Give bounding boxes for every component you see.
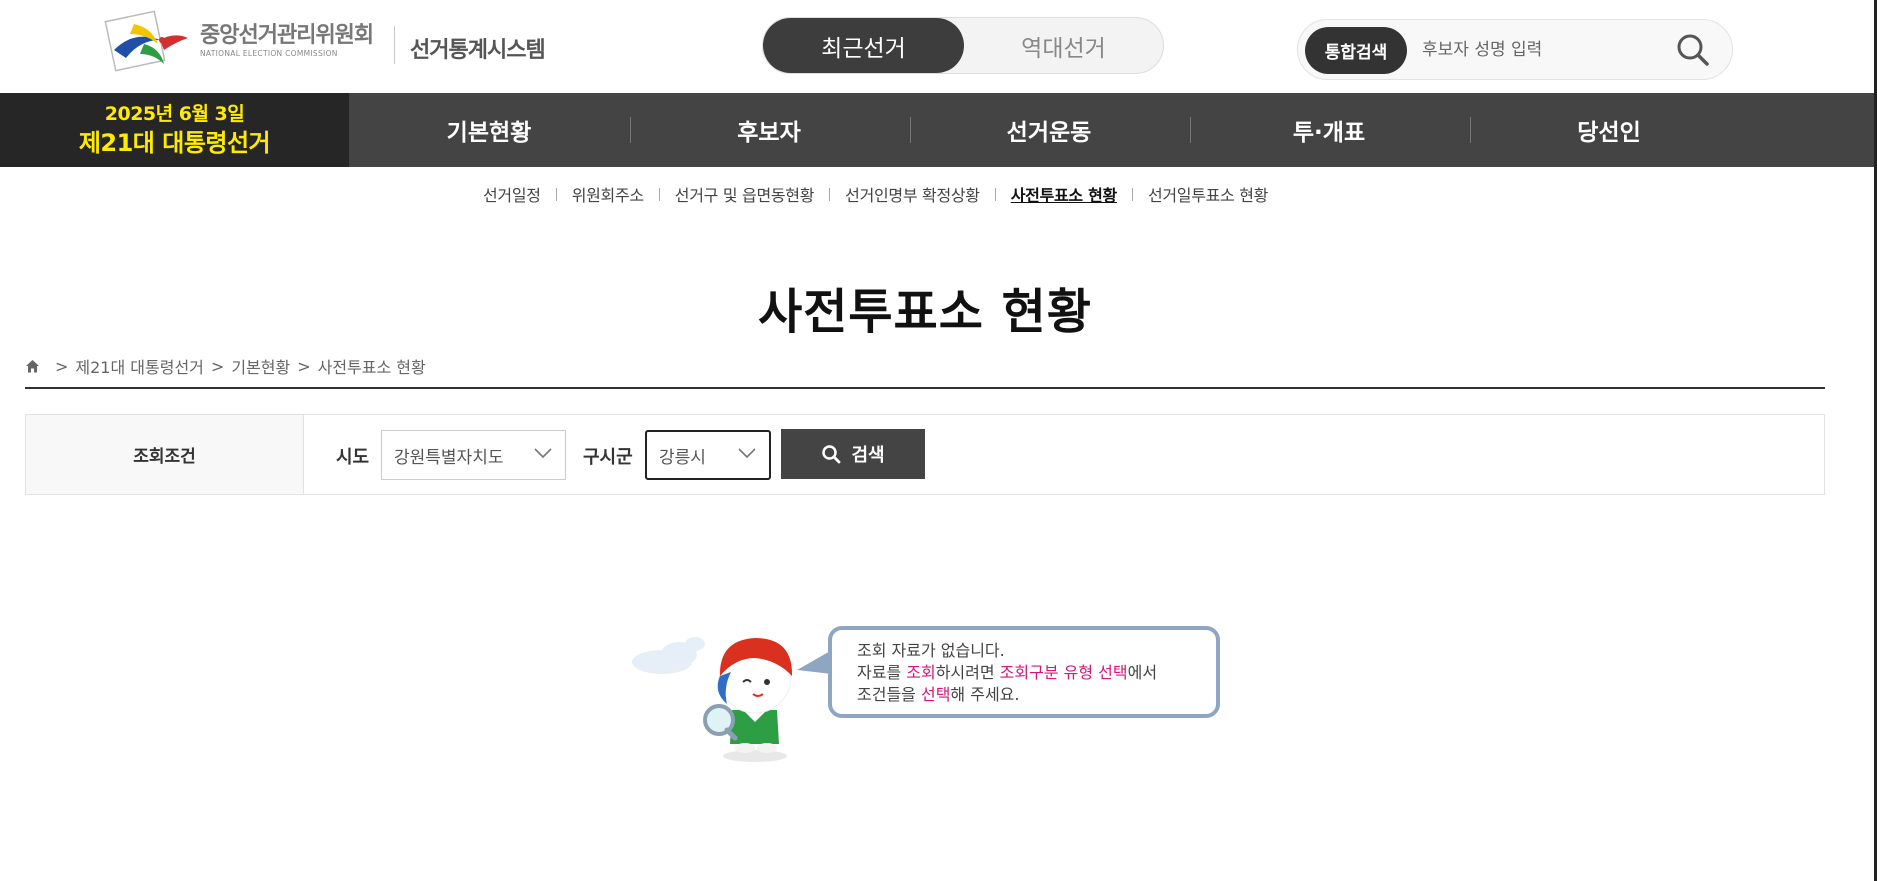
recent-elections-tab[interactable]: 최근선거 bbox=[763, 18, 964, 73]
main-nav: 2025년 6월 3일 제21대 대통령선거 기본현황 후보자 선거운동 투·개… bbox=[0, 93, 1874, 167]
subnav-item-schedule[interactable]: 선거일정 bbox=[483, 182, 541, 206]
nav-item-winners[interactable]: 당선인 bbox=[1469, 93, 1749, 167]
sigungu-select[interactable]: 강릉시 bbox=[645, 430, 771, 480]
breadcrumb-separator: > bbox=[210, 356, 225, 376]
election-toggle: 최근선거 역대선거 bbox=[762, 17, 1164, 74]
empty-message-line-1: 조회 자료가 없습니다. bbox=[857, 641, 1005, 660]
sido-label: 시도 bbox=[336, 447, 370, 468]
breadcrumb-separator: > bbox=[297, 356, 311, 376]
search-conditions: 조회조건 시도 강원특별자치도 구시군 강릉시 검색 bbox=[25, 414, 1825, 495]
page-title: 사전투표소 현황 bbox=[758, 284, 1092, 340]
election-name: 제21대 대통령선거 bbox=[78, 129, 271, 157]
mascot-illustration bbox=[632, 637, 793, 762]
empty-message-line-3: 조건들을 선택해 주세요. bbox=[857, 684, 1216, 706]
subnav-item-election-day-stations[interactable]: 선거일투표소 현황 bbox=[1148, 182, 1268, 206]
subnav-item-districts[interactable]: 선거구 및 읍면동현황 bbox=[675, 182, 815, 206]
breadcrumb-separator: > bbox=[55, 356, 69, 376]
subnav-item-early-voting-stations[interactable]: 사전투표소 현황 bbox=[1011, 182, 1118, 206]
text-segment: 에서 bbox=[1127, 663, 1158, 682]
breadcrumb-current-page: 사전투표소 현황 bbox=[317, 358, 426, 377]
sido-select[interactable]: 강원특별자치도 bbox=[381, 430, 566, 480]
nec-emblem-icon bbox=[104, 10, 188, 72]
home-icon[interactable] bbox=[25, 359, 40, 374]
current-election-badge[interactable]: 2025년 6월 3일 제21대 대통령선거 bbox=[0, 93, 349, 167]
conditions-label: 조회조건 bbox=[26, 415, 304, 494]
election-date: 2025년 6월 3일 bbox=[104, 103, 245, 125]
text-segment: 조건들을 bbox=[857, 685, 921, 704]
subnav-item-committee-address[interactable]: 위원회주소 bbox=[572, 182, 644, 206]
subnav-separator bbox=[555, 187, 557, 201]
subnav-separator bbox=[829, 187, 831, 201]
search-button[interactable]: 검색 bbox=[781, 429, 925, 479]
text-segment: 자료를 bbox=[857, 663, 907, 682]
chevron-down-icon bbox=[738, 448, 756, 459]
subnav-separator bbox=[994, 187, 996, 201]
nav-item-campaign[interactable]: 선거운동 bbox=[909, 93, 1189, 167]
org-name-en: NATIONAL ELECTION COMMISSION bbox=[200, 49, 338, 58]
nav-item-basic-status[interactable]: 기본현황 bbox=[349, 93, 629, 167]
search-icon[interactable] bbox=[1674, 31, 1712, 69]
past-elections-tab[interactable]: 역대선거 bbox=[963, 18, 1164, 73]
sido-selected-value: 강원특별자치도 bbox=[394, 447, 504, 468]
nav-item-candidates[interactable]: 후보자 bbox=[629, 93, 909, 167]
text-segment: 해 주세요. bbox=[950, 685, 1020, 704]
subnav-separator bbox=[1131, 187, 1133, 201]
empty-message-line-2: 자료를 조회하시려면 조회구분 유형 선택에서 bbox=[857, 662, 1216, 684]
highlight-text: 조회 bbox=[906, 663, 936, 682]
breadcrumb-basic-status[interactable]: 기본현황 bbox=[231, 354, 290, 378]
highlight-text: 조회구분 유형 선택 bbox=[999, 663, 1128, 682]
chevron-down-icon bbox=[534, 448, 552, 459]
text-segment: 하시려면 bbox=[935, 663, 1000, 682]
sigungu-selected-value: 강릉시 bbox=[659, 447, 706, 468]
search-icon bbox=[822, 445, 841, 464]
site-header: 중앙선거관리위원회 NATIONAL ELECTION COMMISSION 선… bbox=[0, 0, 1874, 93]
integrated-search: 통합검색 bbox=[1297, 19, 1733, 80]
subnav-separator bbox=[658, 187, 660, 201]
candidate-search-input[interactable] bbox=[1422, 32, 1662, 68]
system-name[interactable]: 선거통계시스템 bbox=[410, 32, 546, 64]
subnav-item-voter-registry[interactable]: 선거인명부 확정상황 bbox=[845, 182, 980, 206]
empty-state-message: 조회 자료가 없습니다. 자료를 조회하시려면 조회구분 유형 선택에서 조건들… bbox=[828, 626, 1220, 718]
breadcrumb-election[interactable]: 제21대 대통령선거 bbox=[75, 354, 204, 378]
highlight-text: 선택 bbox=[920, 685, 951, 704]
nec-logo[interactable]: 중앙선거관리위원회 NATIONAL ELECTION COMMISSION bbox=[104, 10, 374, 72]
nav-item-voting-counting[interactable]: 투·개표 bbox=[1189, 93, 1469, 167]
sigungu-label: 구시군 bbox=[583, 447, 633, 468]
search-button-label: 검색 bbox=[851, 445, 885, 466]
org-name-ko: 중앙선거관리위원회 bbox=[200, 23, 374, 48]
breadcrumb: > 제21대 대통령선거 > 기본현황 > 사전투표소 현황 bbox=[25, 354, 426, 378]
logo-divider bbox=[394, 26, 395, 64]
title-divider bbox=[25, 387, 1825, 389]
sub-nav: 선거일정 위원회주소 선거구 및 읍면동현황 선거인명부 확정상황 사전투표소 … bbox=[0, 180, 1874, 208]
integrated-search-badge[interactable]: 통합검색 bbox=[1305, 27, 1407, 74]
